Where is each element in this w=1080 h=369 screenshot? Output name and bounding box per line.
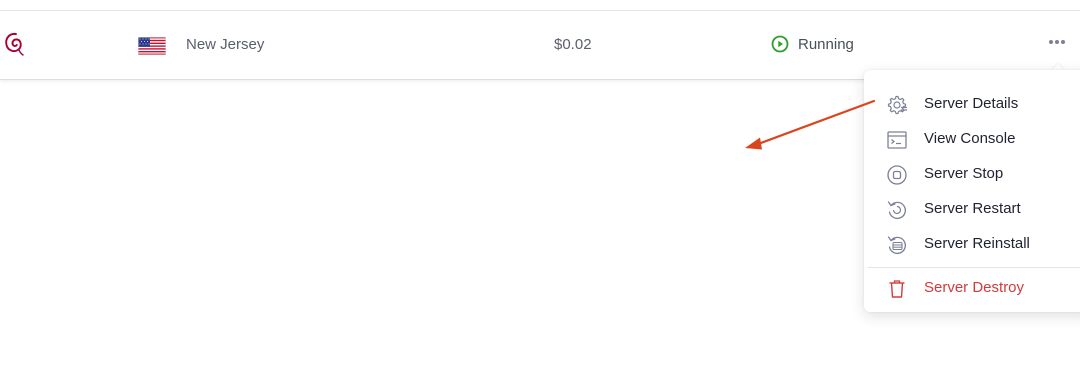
status-label: Running	[798, 35, 854, 53]
menu-item-label: Server Reinstall	[924, 235, 1030, 252]
stop-icon	[887, 165, 907, 185]
more-options-button[interactable]	[1044, 31, 1070, 53]
menu-item-server-details[interactable]: Server Details	[864, 87, 1080, 122]
debian-logo-icon	[5, 32, 24, 56]
play-circle-icon	[771, 35, 789, 53]
gear-settings-icon	[887, 95, 907, 115]
restart-icon	[887, 201, 906, 220]
menu-item-server-destroy[interactable]: Server Destroy	[864, 271, 1080, 306]
menu-item-server-restart[interactable]: Server Restart	[864, 192, 1080, 227]
server-actions-menu: Server Details View Console Server Stop	[864, 70, 1080, 312]
us-flag-icon	[138, 37, 166, 55]
menu-item-label: Server Details	[924, 95, 1019, 112]
menu-item-label: Server Destroy	[924, 279, 1025, 296]
page: New Jersey $0.02 Running Server Details …	[0, 0, 1080, 369]
menu-item-server-stop[interactable]: Server Stop	[864, 157, 1080, 192]
menu-divider	[868, 267, 1080, 268]
menu-item-label: View Console	[924, 130, 1016, 147]
menu-item-label: Server Restart	[924, 200, 1021, 217]
trash-icon	[889, 280, 905, 298]
reinstall-icon	[887, 236, 906, 255]
server-location: New Jersey	[186, 36, 265, 53]
server-status: Running	[771, 35, 854, 53]
menu-item-server-reinstall[interactable]: Server Reinstall	[864, 227, 1080, 262]
menu-item-label: Server Stop	[924, 165, 1004, 182]
console-icon	[887, 131, 907, 149]
more-horizontal-icon	[1049, 40, 1065, 44]
menu-item-view-console[interactable]: View Console	[864, 122, 1080, 157]
server-price: $0.02	[554, 36, 592, 53]
